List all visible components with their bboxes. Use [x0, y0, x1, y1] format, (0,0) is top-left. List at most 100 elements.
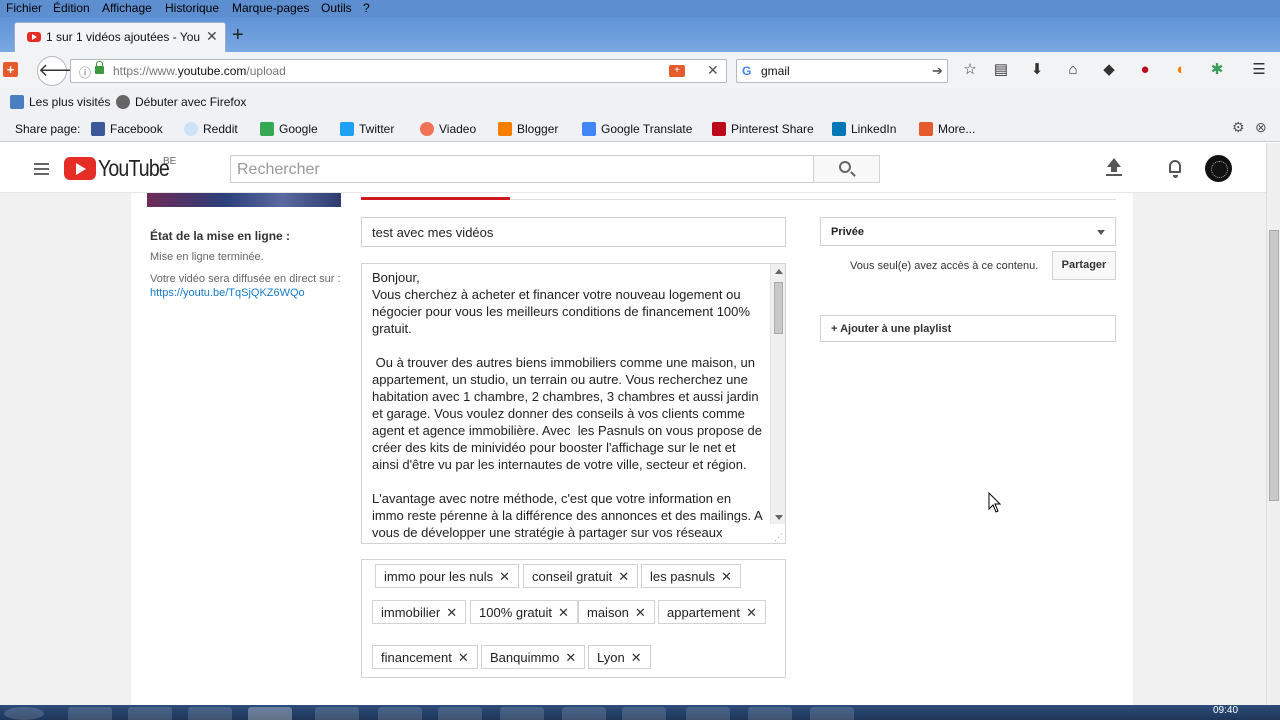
- bookmark-star-icon[interactable]: ☆: [960, 60, 980, 80]
- tab-close-icon[interactable]: ✕: [206, 28, 218, 45]
- taskbar-explorer-icon[interactable]: [128, 707, 172, 720]
- extension-icon[interactable]: +: [669, 65, 685, 77]
- share-button[interactable]: Partager: [1052, 251, 1116, 280]
- video-link[interactable]: https://youtu.be/TqSjQKZ6WQo: [150, 287, 305, 299]
- share-twitter[interactable]: Twitter: [340, 122, 394, 136]
- notifications-bell-icon[interactable]: [1167, 159, 1183, 178]
- tag-chip[interactable]: Lyon ✕: [588, 645, 651, 669]
- youtube-logo-icon[interactable]: [64, 157, 96, 180]
- taskbar-app3-icon[interactable]: [378, 707, 422, 720]
- bookmark-getting-started[interactable]: Débuter avec Firefox: [116, 95, 246, 109]
- share-linkedin[interactable]: LinkedIn: [832, 122, 896, 136]
- avatar[interactable]: [1205, 155, 1232, 182]
- taskbar-app6-icon[interactable]: [562, 707, 606, 720]
- new-tab-icon[interactable]: +: [232, 25, 244, 45]
- tag-chip[interactable]: appartement ✕: [658, 600, 766, 624]
- menu-edition[interactable]: Édition: [53, 1, 90, 15]
- taskbar-app-icon[interactable]: [188, 707, 232, 720]
- upload-icon[interactable]: [1106, 158, 1122, 178]
- extension-puzzle-icon[interactable]: ✱: [1207, 60, 1227, 80]
- share-facebook[interactable]: Facebook: [91, 122, 163, 136]
- taskbar-app4-icon[interactable]: [438, 707, 482, 720]
- tag-remove-icon[interactable]: ✕: [458, 650, 469, 665]
- tag-chip[interactable]: les pasnuls ✕: [641, 564, 741, 588]
- tag-chip[interactable]: 100% gratuit ✕: [470, 600, 578, 624]
- share-google-translate[interactable]: Google Translate: [582, 122, 692, 136]
- url-bar[interactable]: ⓘ https://www.youtube.com/upload + ✕: [70, 59, 727, 83]
- tag-remove-icon[interactable]: ✕: [499, 569, 510, 584]
- share-reddit[interactable]: Reddit: [184, 122, 238, 136]
- tags-box[interactable]: immo pour les nuls ✕ conseil gratuit ✕ les…: [361, 559, 786, 678]
- tag-chip[interactable]: immobilier ✕: [372, 600, 467, 624]
- tag-chip[interactable]: financement ✕: [372, 645, 478, 669]
- taskbar-app5-icon[interactable]: [500, 707, 544, 720]
- owl-extension-icon[interactable]: ◆: [1099, 60, 1119, 80]
- tag-chip[interactable]: maison ✕: [578, 600, 655, 624]
- share-close-icon[interactable]: ⊗: [1255, 119, 1267, 136]
- taskbar-skype-icon[interactable]: [810, 707, 854, 720]
- extension-orange-icon[interactable]: ◐: [1171, 60, 1191, 80]
- page-scroll-thumb[interactable]: [1269, 230, 1279, 501]
- download-icon[interactable]: ⬇: [1027, 60, 1047, 80]
- scroll-thumb[interactable]: [774, 282, 783, 334]
- tag-remove-icon[interactable]: ✕: [558, 605, 569, 620]
- share-more[interactable]: More...: [919, 122, 975, 136]
- tag-remove-icon[interactable]: ✕: [565, 650, 576, 665]
- add-to-playlist-button[interactable]: + Ajouter à une playlist: [820, 315, 1116, 342]
- search-query[interactable]: gmail: [761, 64, 790, 78]
- tag-remove-icon[interactable]: ✕: [631, 650, 642, 665]
- browser-search-bar[interactable]: G gmail ➔: [736, 59, 948, 83]
- share-settings-gear-icon[interactable]: ⚙: [1232, 119, 1245, 136]
- info-icon[interactable]: ⓘ: [79, 64, 91, 81]
- video-description-textarea[interactable]: Bonjour, Vous cherchez à acheter et fina…: [361, 263, 786, 544]
- menu-fichier[interactable]: Fichier: [6, 1, 42, 15]
- share-blogger[interactable]: Blogger: [498, 122, 558, 136]
- menu-help[interactable]: ?: [363, 1, 370, 15]
- description-scrollbar[interactable]: [770, 264, 785, 524]
- taskbar-app2-icon[interactable]: [315, 707, 359, 720]
- video-title-input[interactable]: test avec mes vidéos: [361, 217, 786, 247]
- taskbar-chrome-icon[interactable]: [748, 707, 792, 720]
- tag-remove-icon[interactable]: ✕: [721, 569, 732, 584]
- home-icon[interactable]: ⌂: [1063, 60, 1083, 80]
- clear-url-icon[interactable]: ✕: [707, 62, 719, 79]
- share-pinterest[interactable]: Pinterest Share: [712, 122, 814, 136]
- share-viadeo[interactable]: Viadeo: [420, 122, 476, 136]
- pinterest-icon[interactable]: ●: [1135, 60, 1155, 80]
- reading-list-icon[interactable]: ▤: [991, 60, 1011, 80]
- youtube-search-button[interactable]: [813, 155, 880, 183]
- taskbar-app7-icon[interactable]: [622, 707, 666, 720]
- tag-remove-icon[interactable]: ✕: [635, 605, 646, 620]
- start-button-icon[interactable]: [4, 707, 44, 720]
- scroll-down-icon[interactable]: [775, 515, 783, 520]
- resize-grip-icon[interactable]: ⋰: [774, 532, 783, 543]
- tag-chip[interactable]: immo pour les nuls ✕: [375, 564, 520, 588]
- youtube-search-input[interactable]: Rechercher: [230, 155, 814, 183]
- guide-menu-icon[interactable]: [34, 163, 49, 175]
- addon-plus-icon[interactable]: +: [3, 62, 18, 77]
- tag-remove-icon[interactable]: ✕: [746, 605, 757, 620]
- menu-outils[interactable]: Outils: [321, 1, 352, 15]
- tag-remove-icon[interactable]: ✕: [446, 605, 457, 620]
- tag-chip[interactable]: conseil gratuit ✕: [523, 564, 639, 588]
- privacy-select[interactable]: Privée: [820, 217, 1116, 246]
- tag-remove-icon[interactable]: ✕: [618, 569, 629, 584]
- scroll-up-icon[interactable]: [775, 269, 783, 274]
- share-google[interactable]: Google: [260, 122, 318, 136]
- browser-tab[interactable]: 1 sur 1 vidéos ajoutées - You ✕: [14, 22, 226, 52]
- url-text[interactable]: https://www.youtube.com/upload: [113, 64, 286, 78]
- taskbar-ie-icon[interactable]: [68, 707, 112, 720]
- taskbar-firefox-icon[interactable]: [248, 707, 292, 720]
- menu-historique[interactable]: Historique: [165, 1, 219, 15]
- page-scrollbar[interactable]: [1266, 143, 1280, 705]
- menu-affichage[interactable]: Affichage: [102, 1, 152, 15]
- taskbar-app8-icon[interactable]: [686, 707, 730, 720]
- youtube-wordmark[interactable]: YouTube: [98, 155, 170, 182]
- hamburger-menu-icon[interactable]: ☰: [1249, 60, 1269, 80]
- description-text[interactable]: Bonjour, Vous cherchez à acheter et fina…: [372, 269, 762, 541]
- tag-chip[interactable]: Banquimmo ✕: [481, 645, 586, 669]
- bookmark-most-visited[interactable]: Les plus visités: [10, 95, 110, 109]
- menu-marque-pages[interactable]: Marque-pages: [232, 1, 309, 15]
- google-engine-icon[interactable]: G: [742, 64, 751, 78]
- search-go-icon[interactable]: ➔: [932, 63, 943, 79]
